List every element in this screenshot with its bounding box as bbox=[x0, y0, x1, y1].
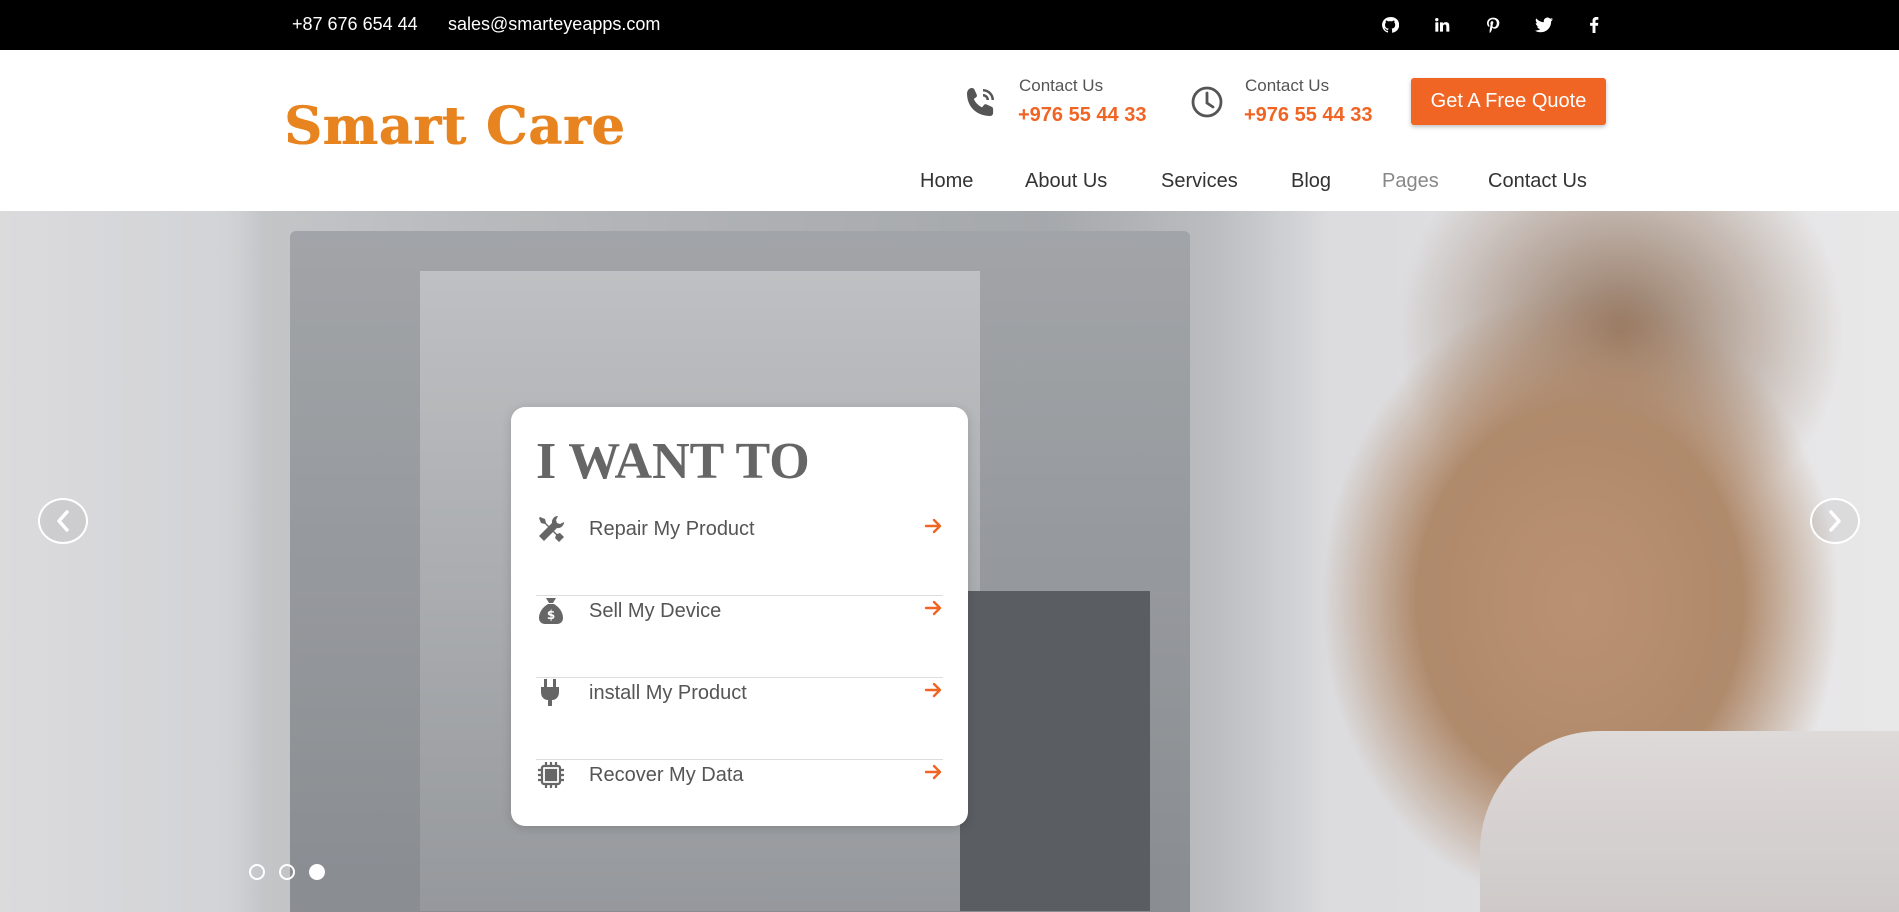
tools-icon bbox=[539, 515, 565, 542]
svg-text:$: $ bbox=[547, 608, 555, 622]
nav-pages[interactable]: Pages bbox=[1382, 170, 1439, 193]
contact-phone-value[interactable]: +976 55 44 33 bbox=[1018, 104, 1146, 127]
clock-icon bbox=[1191, 86, 1223, 118]
card-title: I WANT TO bbox=[536, 433, 810, 490]
pinterest-icon[interactable] bbox=[1480, 12, 1506, 38]
facebook-icon[interactable] bbox=[1581, 12, 1607, 38]
nav-contact-us[interactable]: Contact Us bbox=[1488, 170, 1587, 193]
twitter-icon[interactable] bbox=[1531, 12, 1557, 38]
phone-icon bbox=[967, 88, 994, 116]
i-want-to-card: I WANT TO Repair My Product $ Sell My De… bbox=[511, 407, 968, 826]
slider-prev-button[interactable] bbox=[38, 498, 88, 544]
slider-dot-3[interactable] bbox=[309, 864, 325, 880]
slider-next-button[interactable] bbox=[1810, 498, 1860, 544]
top-bar: +87 676 654 44 sales@smarteyeapps.com bbox=[0, 0, 1899, 50]
topbar-phone[interactable]: +87 676 654 44 bbox=[292, 14, 418, 35]
contact-label: Contact Us bbox=[1245, 76, 1330, 95]
nav-services[interactable]: Services bbox=[1161, 170, 1238, 193]
option-repair-my-product[interactable]: Repair My Product bbox=[536, 514, 943, 596]
arrow-right-icon bbox=[924, 518, 942, 534]
free-quote-button[interactable]: Get A Free Quote bbox=[1411, 78, 1606, 125]
site-header: Smart Care Contact Us +976 55 44 33 Cont… bbox=[0, 50, 1899, 211]
option-label: Repair My Product bbox=[589, 518, 755, 540]
site-logo[interactable]: Smart Care bbox=[284, 96, 625, 157]
option-install-my-product[interactable]: install My Product bbox=[536, 678, 943, 760]
nav-about-us[interactable]: About Us bbox=[1025, 170, 1107, 193]
hero-slider: I WANT TO Repair My Product $ Sell My De… bbox=[0, 211, 1899, 912]
slider-dot-1[interactable] bbox=[249, 864, 265, 880]
option-label: Recover My Data bbox=[589, 764, 744, 786]
chevron-right-icon bbox=[1829, 510, 1841, 532]
option-label: Sell My Device bbox=[589, 600, 722, 622]
slider-dot-2[interactable] bbox=[279, 864, 295, 880]
plug-icon bbox=[541, 679, 559, 706]
option-label: install My Product bbox=[589, 682, 747, 704]
arrow-right-icon bbox=[924, 764, 942, 780]
option-sell-my-device[interactable]: $ Sell My Device bbox=[536, 596, 943, 678]
chevron-left-icon bbox=[57, 510, 69, 532]
arrow-right-icon bbox=[924, 600, 942, 616]
topbar-email[interactable]: sales@smarteyeapps.com bbox=[448, 14, 660, 35]
nav-blog[interactable]: Blog bbox=[1291, 170, 1331, 193]
contact-phone-value[interactable]: +976 55 44 33 bbox=[1244, 104, 1372, 127]
money-bag-icon: $ bbox=[539, 598, 563, 624]
linkedin-icon[interactable] bbox=[1429, 12, 1455, 38]
github-icon[interactable] bbox=[1377, 12, 1403, 38]
chip-icon bbox=[538, 762, 564, 788]
nav-home[interactable]: Home bbox=[920, 170, 973, 193]
option-recover-my-data[interactable]: Recover My Data bbox=[536, 760, 943, 842]
contact-label: Contact Us bbox=[1019, 76, 1104, 95]
arrow-right-icon bbox=[924, 682, 942, 698]
